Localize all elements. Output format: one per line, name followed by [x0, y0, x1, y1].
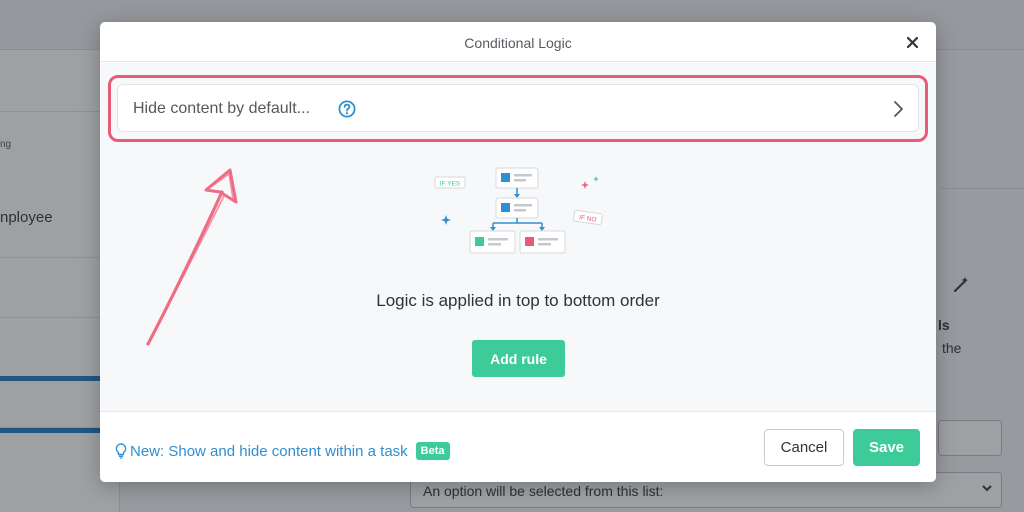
modal-header: Conditional Logic: [100, 22, 936, 62]
logic-flowchart-illustration: IF YES IF NO: [434, 167, 603, 254]
cancel-button[interactable]: Cancel: [764, 429, 844, 466]
beta-badge: Beta: [415, 442, 450, 460]
question-circle-icon[interactable]: [338, 100, 356, 118]
modal-title: Conditional Logic: [464, 35, 572, 51]
close-button[interactable]: [902, 32, 922, 52]
hide-content-by-default-row[interactable]: Hide content by default...: [117, 84, 919, 132]
hide-content-label: Hide content by default...: [133, 100, 310, 117]
new-feature-tip-link[interactable]: New: Show and hide content within a task…: [115, 442, 450, 460]
lightbulb-icon: [115, 443, 127, 459]
if-yes-tag: IF YES: [440, 181, 461, 188]
tip-text: New: Show and hide content within a task: [130, 442, 408, 460]
chevron-right-icon: [894, 101, 903, 117]
annotation-arrow: [146, 168, 238, 346]
save-button[interactable]: Save: [853, 429, 920, 466]
close-icon: [906, 36, 918, 48]
add-rule-button[interactable]: Add rule: [472, 340, 565, 377]
modal-footer: New: Show and hide content within a task…: [100, 411, 936, 482]
